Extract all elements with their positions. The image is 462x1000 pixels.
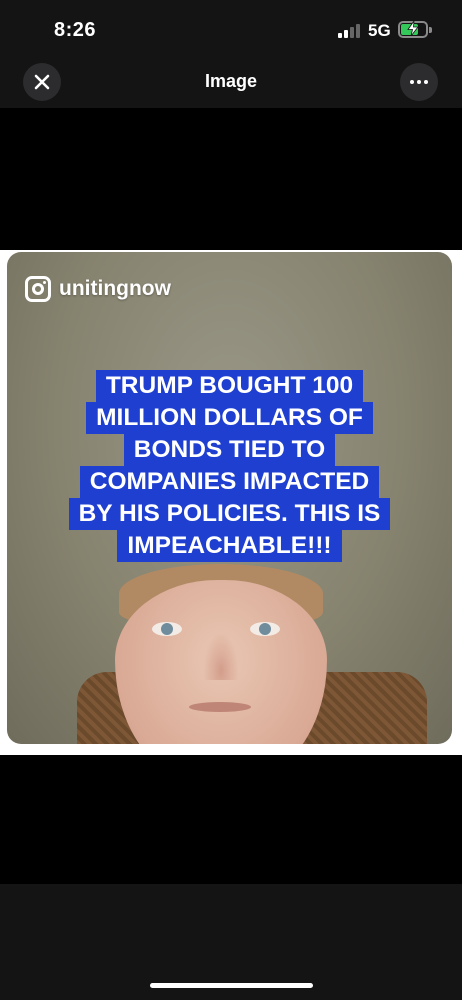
more-options-button[interactable] bbox=[400, 63, 438, 101]
caption-line: IMPEACHABLE!!! bbox=[117, 530, 342, 562]
instagram-icon bbox=[25, 276, 51, 302]
image-caption: TRUMP BOUGHT 100 MILLION DOLLARS OF BOND… bbox=[7, 370, 452, 562]
image-frame: unitingnow TRUMP BOUGHT 100 MILLION DOLL… bbox=[0, 250, 462, 755]
source-watermark: unitingnow bbox=[25, 276, 171, 302]
source-handle: unitingnow bbox=[59, 277, 171, 300]
status-bar: 8:26 5G bbox=[0, 0, 462, 58]
caption-line: BY HIS POLICIES. THIS IS bbox=[68, 498, 391, 530]
caption-line: COMPANIES IMPACTED bbox=[79, 466, 380, 498]
caption-line: BONDS TIED TO bbox=[123, 434, 336, 466]
nose bbox=[203, 632, 239, 680]
right-eye bbox=[250, 622, 280, 636]
post-image[interactable]: unitingnow TRUMP BOUGHT 100 MILLION DOLL… bbox=[7, 252, 452, 744]
page-title: Image bbox=[204, 71, 258, 91]
more-icon bbox=[410, 80, 428, 84]
caption-line: TRUMP BOUGHT 100 bbox=[95, 370, 364, 402]
left-eye bbox=[152, 622, 182, 636]
home-indicator[interactable] bbox=[150, 983, 313, 988]
caption-line: MILLION DOLLARS OF bbox=[86, 402, 373, 434]
signal-icon bbox=[338, 24, 360, 38]
nav-bar: Image bbox=[0, 58, 462, 108]
battery-icon bbox=[398, 21, 432, 38]
charging-bolt-icon bbox=[407, 21, 419, 36]
mouth bbox=[189, 702, 251, 712]
status-time: 8:26 bbox=[54, 19, 97, 41]
image-viewer[interactable]: unitingnow TRUMP BOUGHT 100 MILLION DOLL… bbox=[0, 108, 462, 884]
network-label: 5G bbox=[368, 21, 391, 40]
